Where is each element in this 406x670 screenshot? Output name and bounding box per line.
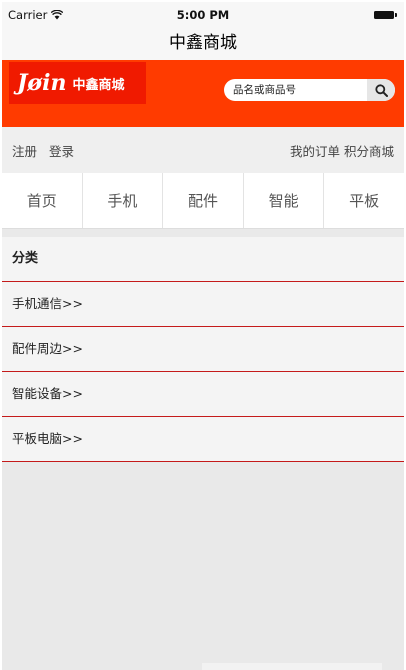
register-link[interactable]: 注册 bbox=[12, 141, 37, 160]
status-time: 5:00 PM bbox=[176, 8, 230, 22]
app-screen: Carrier 5:00 PM 中鑫商城 Jøin 中鑫商城 品名或商品号 注册… bbox=[2, 2, 404, 670]
category-item-accessories[interactable]: 配件周边>> bbox=[2, 327, 404, 372]
tab-accessories[interactable]: 配件 bbox=[163, 173, 244, 228]
category-list: 分类 手机通信>> 配件周边>> 智能设备>> 平板电脑>> bbox=[2, 237, 404, 462]
page-title: 中鑫商城 bbox=[169, 33, 237, 53]
search-button[interactable] bbox=[367, 79, 395, 101]
tab-phones[interactable]: 手机 bbox=[83, 173, 164, 228]
search-bar bbox=[224, 79, 395, 101]
bottom-bar-peek bbox=[202, 663, 382, 670]
status-bar: Carrier 5:00 PM bbox=[2, 2, 404, 28]
search-input[interactable] bbox=[224, 84, 364, 96]
battery-icon bbox=[374, 11, 397, 19]
my-orders-link[interactable]: 我的订单 bbox=[290, 141, 340, 160]
logo-mark: Jøin bbox=[17, 70, 67, 96]
tab-tablets[interactable]: 平板 bbox=[324, 173, 404, 228]
category-item-tablets[interactable]: 平板电脑>> bbox=[2, 417, 404, 462]
logo-store-name: 中鑫商城 bbox=[72, 77, 125, 93]
navigation-bar: 中鑫商城 bbox=[2, 28, 404, 60]
account-links: 注册 登录 我的订单 积分商城 bbox=[2, 127, 404, 173]
login-link[interactable]: 登录 bbox=[49, 141, 74, 160]
tab-home[interactable]: 首页 bbox=[2, 173, 83, 228]
category-item-smart-devices[interactable]: 智能设备>> bbox=[2, 372, 404, 417]
points-mall-link[interactable]: 积分商城 bbox=[344, 141, 394, 160]
search-icon bbox=[374, 83, 388, 97]
store-header: Jøin 中鑫商城 bbox=[2, 60, 404, 127]
store-logo[interactable]: Jøin 中鑫商城 bbox=[9, 62, 146, 104]
category-item-phones[interactable]: 手机通信>> bbox=[2, 282, 404, 327]
category-heading: 分类 bbox=[2, 237, 404, 282]
tab-smart[interactable]: 智能 bbox=[244, 173, 325, 228]
category-tabs: 首页 手机 配件 智能 平板 bbox=[2, 173, 404, 229]
